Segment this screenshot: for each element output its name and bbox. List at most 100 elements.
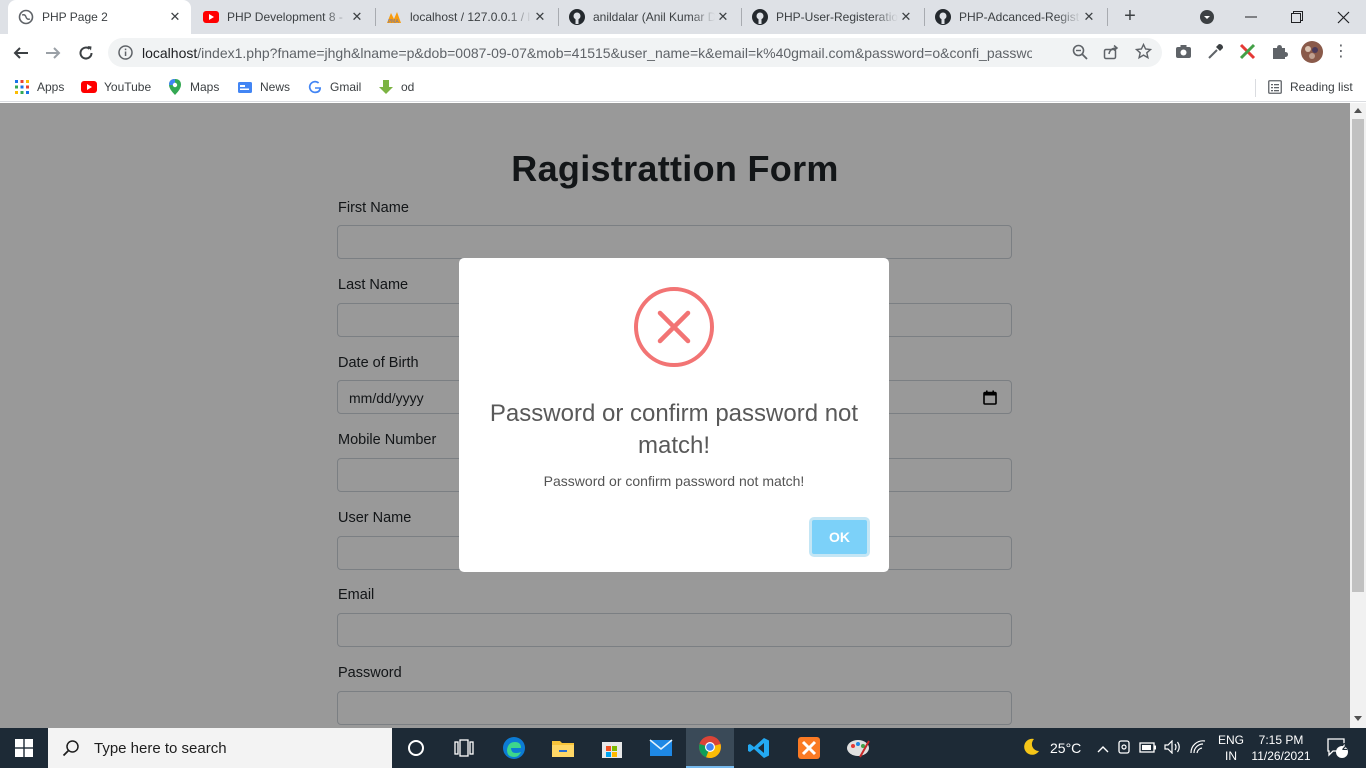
- extensions-puzzle-icon[interactable]: [1271, 43, 1288, 65]
- svg-text:PMA: PMA: [388, 19, 399, 24]
- cortana-circle-icon: [408, 740, 424, 756]
- task-view-button[interactable]: [440, 728, 488, 768]
- reload-button[interactable]: [72, 39, 100, 67]
- tab-close-icon[interactable]: ✕: [349, 9, 365, 25]
- tab-github-advanced-registration[interactable]: PHP-Adcanced-Regist ✕: [925, 0, 1105, 34]
- tab-close-icon[interactable]: ✕: [715, 9, 731, 25]
- system-tray-icons: [1097, 728, 1206, 768]
- tab-php-development[interactable]: PHP Development 8 - ✕: [193, 0, 373, 34]
- address-bar[interactable]: localhost/index1.php?fname=jhgh&lname=p&…: [108, 38, 1162, 67]
- edge-taskbar-button[interactable]: [490, 728, 538, 768]
- bookmark-star-icon[interactable]: [1134, 42, 1153, 65]
- scroll-up-arrow-icon[interactable]: [1354, 108, 1362, 113]
- action-center-button[interactable]: 2: [1318, 728, 1358, 768]
- cortana-button[interactable]: [392, 728, 440, 768]
- profile-avatar[interactable]: [1300, 40, 1324, 69]
- apps-grid-icon: [14, 79, 30, 95]
- close-window-button[interactable]: [1320, 0, 1366, 34]
- reload-icon: [79, 46, 93, 60]
- search-icon: [62, 740, 79, 757]
- chevron-down-icon: [1200, 10, 1214, 24]
- store-taskbar-button[interactable]: [588, 728, 636, 768]
- bookmark-label: Apps: [37, 80, 65, 94]
- moon-icon: [1021, 737, 1041, 760]
- github-icon: [935, 9, 951, 25]
- bookmark-od[interactable]: od: [378, 77, 414, 97]
- vscode-icon: [748, 738, 769, 758]
- clock[interactable]: 7:15 PM 11/26/2021: [1250, 732, 1312, 764]
- taskbar-search-box[interactable]: Type here to search: [48, 728, 392, 768]
- edge-icon: [503, 737, 525, 759]
- reading-list-button[interactable]: Reading list: [1267, 77, 1353, 97]
- tab-title: PHP Development 8 -: [227, 10, 343, 24]
- windows-logo-icon: [15, 739, 33, 757]
- bookmark-label: News: [260, 80, 291, 94]
- forward-button[interactable]: [39, 39, 67, 67]
- chrome-icon: [699, 736, 721, 759]
- tab-phpmyadmin[interactable]: PMA localhost / 127.0.0.1 / l ✕: [376, 0, 556, 34]
- tab-title: anildalar (Anil Kumar D: [593, 10, 715, 24]
- url-host: localhost: [142, 45, 198, 61]
- bookmark-youtube[interactable]: YouTube: [81, 77, 151, 97]
- tab-search-button[interactable]: [1184, 0, 1230, 34]
- vscode-taskbar-button[interactable]: [735, 728, 783, 768]
- phpmyadmin-icon: PMA: [386, 9, 402, 25]
- browser-menu-icon[interactable]: ⋮: [1333, 43, 1349, 61]
- scrollbar-thumb[interactable]: [1352, 119, 1364, 592]
- github-icon: [569, 9, 585, 25]
- xampp-taskbar-button[interactable]: [785, 728, 833, 768]
- google-icon: [307, 79, 323, 95]
- start-button[interactable]: [0, 728, 48, 768]
- volume-icon[interactable]: [1164, 739, 1182, 757]
- zoom-icon[interactable]: [1072, 44, 1088, 65]
- eyedropper-extension-icon[interactable]: [1207, 43, 1224, 65]
- tab-close-icon[interactable]: ✕: [532, 9, 548, 25]
- youtube-icon: [81, 79, 97, 95]
- download-arrow-icon: [378, 79, 394, 95]
- paint-taskbar-button[interactable]: [834, 728, 882, 768]
- forward-arrow-icon: [46, 47, 61, 59]
- camera-extension-icon[interactable]: [1175, 44, 1192, 64]
- error-alert-dialog: Password or confirm password not match! …: [459, 258, 889, 572]
- tab-github-user-registration[interactable]: PHP-User-Registeratio ✕: [742, 0, 922, 34]
- battery-icon[interactable]: [1139, 740, 1157, 756]
- news-icon: [237, 79, 253, 95]
- tab-close-icon[interactable]: ✕: [898, 9, 914, 25]
- scroll-down-arrow-icon[interactable]: [1354, 716, 1362, 721]
- weather-widget[interactable]: 25°C: [1021, 728, 1081, 768]
- page-scrollbar[interactable]: [1350, 103, 1366, 728]
- file-explorer-taskbar-button[interactable]: [539, 728, 587, 768]
- meet-now-icon[interactable]: [1117, 739, 1131, 757]
- minimize-icon: [1245, 16, 1257, 18]
- tab-close-icon[interactable]: ✕: [1081, 9, 1097, 25]
- share-icon[interactable]: [1103, 44, 1119, 65]
- windows-taskbar: Type here to search 25°C ENG IN 7:15 PM …: [0, 728, 1366, 768]
- url-path: /index1.php?fname=jhgh&lname=p&dob=0087-…: [197, 45, 1032, 61]
- mail-taskbar-button[interactable]: [637, 728, 685, 768]
- restore-button[interactable]: [1274, 0, 1320, 34]
- bookmark-news[interactable]: News: [237, 77, 290, 97]
- tab-php-page-2[interactable]: PHP Page 2 ✕: [8, 0, 191, 34]
- language-indicator[interactable]: ENG IN: [1218, 732, 1244, 764]
- bookmark-gmail[interactable]: Gmail: [307, 77, 361, 97]
- clock-date: 11/26/2021: [1251, 749, 1311, 763]
- ok-button[interactable]: OK: [809, 517, 870, 557]
- back-button[interactable]: [7, 39, 35, 67]
- tab-separator: [1107, 8, 1108, 26]
- site-info-icon[interactable]: [118, 45, 133, 65]
- tab-close-icon[interactable]: ✕: [167, 9, 183, 25]
- wifi-icon[interactable]: [1190, 739, 1206, 757]
- bookmark-apps[interactable]: Apps: [14, 77, 64, 97]
- tab-github-anildalar[interactable]: anildalar (Anil Kumar D ✕: [559, 0, 739, 34]
- language-code: ENG: [1218, 733, 1245, 747]
- bookmark-maps[interactable]: Maps: [167, 77, 219, 97]
- new-tab-button[interactable]: +: [1118, 5, 1142, 29]
- alert-title: Password or confirm password not match!: [489, 400, 859, 459]
- minimize-button[interactable]: [1228, 0, 1274, 34]
- tab-title: localhost / 127.0.0.1 / l: [410, 10, 531, 24]
- chrome-taskbar-button[interactable]: [686, 728, 734, 768]
- restore-icon: [1291, 11, 1303, 23]
- maps-pin-icon: [167, 79, 183, 95]
- chevron-up-icon[interactable]: [1097, 740, 1109, 756]
- cross-extension-icon[interactable]: [1239, 43, 1256, 65]
